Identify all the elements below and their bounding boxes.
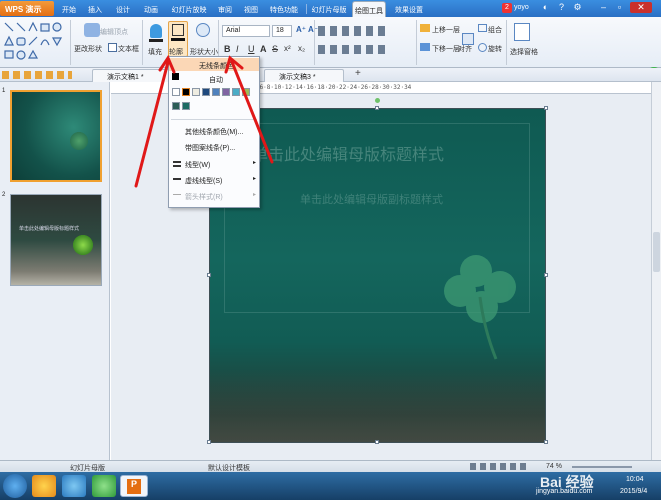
baidu-watermark-url: jingyan.baidu.com: [536, 488, 593, 495]
wps-presentation-window: WPS 演示 开始 插入 设计 动画 幻灯片放映 审阅 视图 特色功能 幻灯片母…: [0, 0, 661, 500]
clock-time[interactable]: 10:04: [626, 476, 644, 483]
red-arrow: [134, 60, 170, 188]
app-icon[interactable]: [32, 475, 56, 497]
clock-date[interactable]: 2015/9/4: [620, 488, 647, 495]
status-bar: 幻灯片母版 默认设计模板 74 %: [0, 460, 661, 472]
annotation-arrows: [134, 54, 274, 188]
view-buttons[interactable]: [470, 463, 530, 470]
windows-taskbar: P Bai 经验 jingyan.baidu.com 10:04 2015/9/…: [0, 472, 661, 500]
red-arrow: [230, 60, 274, 164]
zoom-slider[interactable]: [572, 466, 632, 468]
wps-icon: P: [127, 479, 141, 494]
zoom-level[interactable]: 74 %: [546, 463, 562, 470]
app-icon[interactable]: [92, 475, 116, 497]
start-button-icon[interactable]: [3, 474, 27, 498]
wps-taskbar-button[interactable]: P: [120, 475, 148, 497]
app-icon[interactable]: [62, 475, 86, 497]
